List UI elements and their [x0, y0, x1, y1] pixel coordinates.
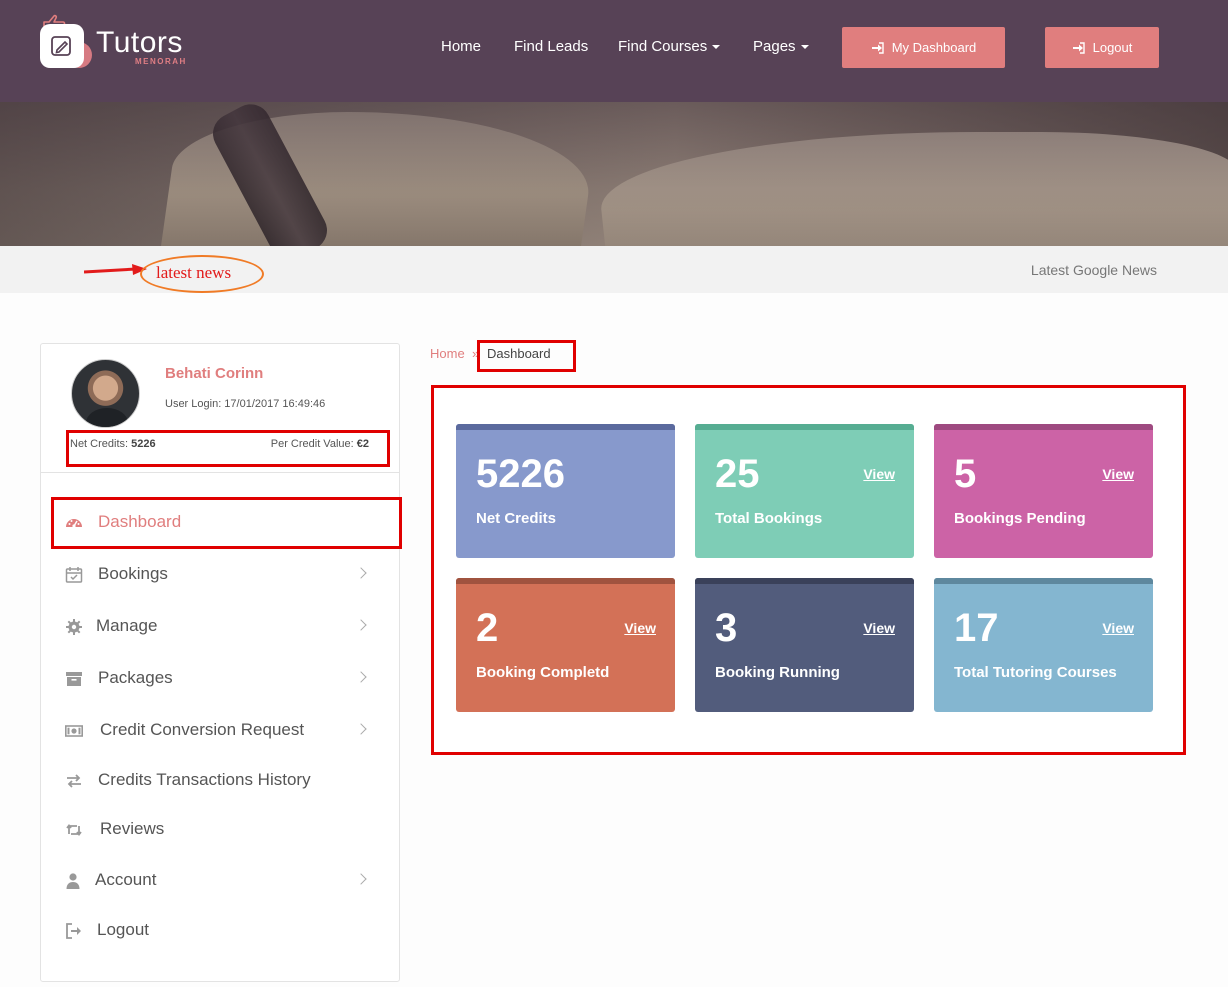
logo-subtitle: MENORAH: [135, 57, 187, 66]
card-accent-line: [695, 424, 914, 430]
archive-icon: [66, 672, 82, 686]
card-accent-line: [456, 578, 675, 584]
view-link[interactable]: View: [1102, 620, 1134, 636]
nav-pages-label: Pages: [753, 38, 796, 55]
sidebar-item-label: Bookings: [98, 564, 168, 583]
profile-name[interactable]: Behati Corinn: [165, 365, 263, 382]
sidebar-item-logout[interactable]: Logout: [41, 911, 399, 951]
sidebar-item-label: Packages: [98, 668, 173, 687]
chevron-right-icon: [355, 567, 367, 579]
stat-card-total-bookings: 25 Total Bookings View: [695, 424, 914, 558]
latest-google-news[interactable]: Latest Google News: [1031, 262, 1157, 278]
stat-label: Total Bookings: [715, 510, 823, 527]
user-login-time: User Login: 17/01/2017 16:49:46: [165, 398, 326, 410]
sidebar-item-dashboard[interactable]: Dashboard: [41, 503, 399, 543]
sidebar-item-label: Credits Transactions History: [98, 770, 311, 789]
top-navbar: Tutors MENORAH Home Find Leads Find Cour…: [0, 0, 1228, 102]
sidebar-item-bookings[interactable]: Bookings: [41, 555, 399, 595]
stat-card-bookings-pending: 5 Bookings Pending View: [934, 424, 1153, 558]
per-credit-value: Per Credit Value: €2: [270, 438, 369, 450]
chevron-right-icon: [355, 671, 367, 683]
view-link[interactable]: View: [1102, 466, 1134, 482]
nav-pages[interactable]: Pages: [753, 38, 809, 55]
logo-title: Tutors: [96, 26, 183, 59]
stat-value: 17: [954, 606, 999, 650]
pencil-icon: [40, 24, 84, 68]
sidebar-item-reviews[interactable]: Reviews: [41, 810, 399, 850]
stat-label: Total Tutoring Courses: [954, 664, 1117, 681]
hero-banner-image: [0, 102, 1228, 246]
hero-overlay: [0, 102, 1228, 246]
stat-value: 3: [715, 606, 738, 650]
sidebar-divider: [41, 472, 399, 473]
sidebar-item-label: Manage: [96, 616, 158, 635]
sidebar-item-account[interactable]: Account: [41, 861, 399, 901]
logout-label: Logout: [1092, 40, 1133, 55]
sidebar-item-label: Reviews: [100, 819, 165, 838]
stat-label: Booking Completd: [476, 664, 610, 681]
card-accent-line: [934, 424, 1153, 430]
stat-card-booking-running: 3 Booking Running View: [695, 578, 914, 712]
breadcrumb-home[interactable]: Home: [430, 346, 465, 361]
dashboard-icon: [66, 519, 82, 528]
chevron-right-icon: [355, 873, 367, 885]
sign-out-icon: [66, 923, 81, 939]
sidebar-item-credits-history[interactable]: Credits Transactions History: [41, 761, 399, 801]
stat-value: 5226: [476, 452, 565, 496]
sidebar-item-label: Account: [95, 870, 157, 889]
card-accent-line: [934, 578, 1153, 584]
breadcrumb-current: Dashboard: [487, 346, 551, 361]
logout-button[interactable]: Logout: [1045, 27, 1159, 68]
sign-in-icon: [871, 41, 884, 54]
breadcrumb-separator: »: [472, 346, 480, 361]
view-link[interactable]: View: [863, 620, 895, 636]
stat-label: Bookings Pending: [954, 510, 1086, 527]
calendar-icon: [65, 567, 83, 583]
sidebar-item-label: Dashboard: [98, 512, 182, 531]
card-accent-line: [456, 424, 675, 430]
sidebar-item-packages[interactable]: Packages: [41, 659, 399, 699]
sidebar-item-label: Credit Conversion Request: [100, 720, 305, 739]
nav-find-courses-label: Find Courses: [618, 38, 708, 55]
stat-value: 5: [954, 452, 977, 496]
stat-card-booking-completed: 2 Booking Completd View: [456, 578, 675, 712]
sidebar-item-label: Logout: [97, 920, 149, 939]
gear-icon: [66, 619, 82, 635]
sidebar-item-manage[interactable]: Manage: [41, 607, 399, 647]
net-credits: Net Credits: 5226: [70, 438, 156, 450]
my-dashboard-button[interactable]: My Dashboard: [842, 27, 1005, 68]
chevron-right-icon: [355, 723, 367, 735]
nav-find-leads[interactable]: Find Leads: [514, 38, 588, 55]
annotation-latest-news: latest news: [156, 263, 232, 282]
caret-down-icon: [800, 45, 809, 50]
stat-value: 2: [476, 606, 499, 650]
my-dashboard-label: My Dashboard: [891, 40, 977, 55]
sidebar-item-credit-conversion[interactable]: Credit Conversion Request: [41, 711, 399, 751]
sign-in-icon: [1072, 41, 1085, 54]
stat-card-net-credits: 5226 Net Credits: [456, 424, 675, 558]
view-link[interactable]: View: [624, 620, 656, 636]
money-icon: [65, 725, 83, 737]
nav-home[interactable]: Home: [441, 38, 481, 55]
nav-find-courses[interactable]: Find Courses: [618, 38, 721, 55]
exchange-icon: [67, 774, 81, 788]
stat-label: Net Credits: [476, 510, 557, 527]
stat-label: Booking Running: [715, 664, 840, 681]
stat-value: 25: [715, 452, 760, 496]
user-icon: [66, 873, 80, 889]
retweet-icon: [66, 824, 82, 836]
avatar[interactable]: [71, 359, 140, 428]
chevron-right-icon: [355, 619, 367, 631]
annotation-arrow: [84, 264, 147, 275]
stat-card-tutoring-courses: 17 Total Tutoring Courses View: [934, 578, 1153, 712]
card-accent-line: [695, 578, 914, 584]
view-link[interactable]: View: [863, 466, 895, 482]
caret-down-icon: [712, 45, 721, 50]
